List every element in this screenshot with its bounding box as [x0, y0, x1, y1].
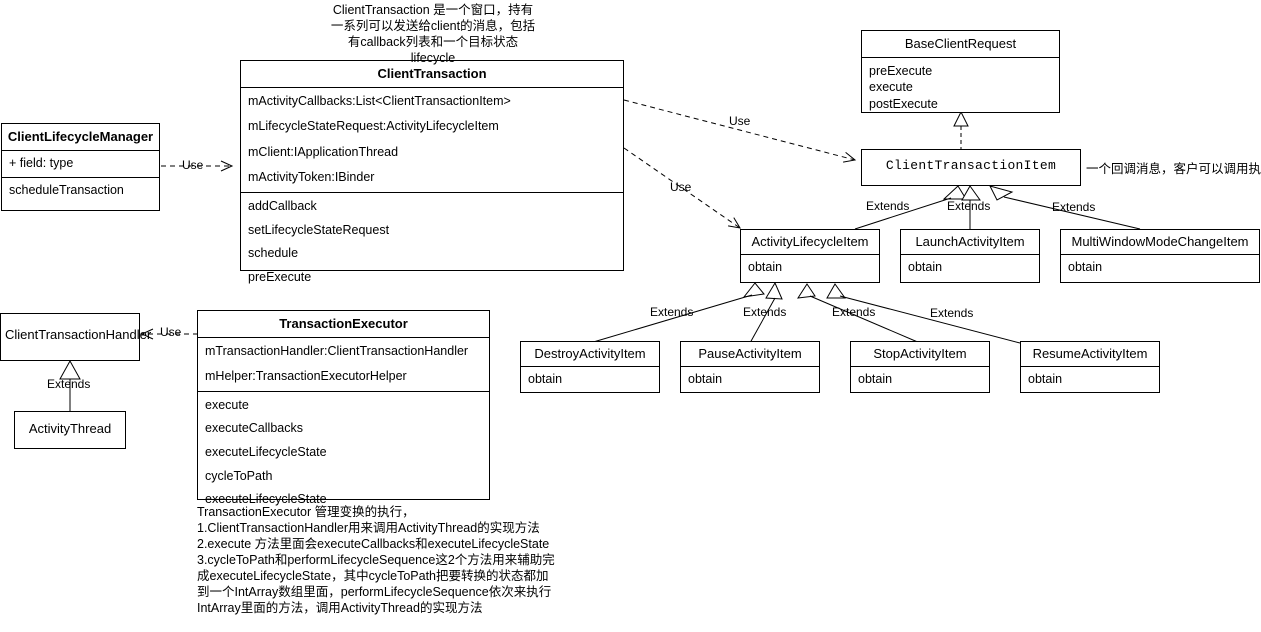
class-box-base-client-request[interactable]: BaseClientRequest preExecute execute pos… [861, 30, 1060, 113]
operation-row: schedule [248, 246, 299, 261]
class-box-resume-activity-item[interactable]: ResumeActivityItem obtain [1020, 341, 1160, 393]
class-title-base-client-request: BaseClientRequest [904, 36, 1017, 51]
operation-row: preExecute [248, 269, 312, 284]
operation-row: addCallback [248, 199, 317, 214]
class-attributes-transaction-executor: mTransactionHandler:ClientTransactionHan… [198, 336, 489, 391]
class-operations-launch-activity-item: obtain [901, 253, 1039, 282]
operation-row: obtain [528, 371, 563, 386]
operation-row: postExecute [869, 96, 938, 111]
attribute-row: + field: type [9, 155, 74, 170]
class-box-multi-window-mode-change-item[interactable]: MultiWindowModeChangeItem obtain [1060, 229, 1260, 283]
attribute-row: mClient:IApplicationThread [248, 144, 399, 159]
operation-row: execute [869, 80, 913, 95]
operation-row: obtain [688, 371, 723, 386]
class-operations-transaction-executor: execute executeCallbacks executeLifecycl… [198, 390, 489, 514]
edge-label-extends-lifecycle-to-resume: Extends [930, 306, 974, 320]
operation-row: cycleToPath [205, 468, 273, 483]
attribute-row: mActivityToken:IBinder [248, 170, 375, 185]
class-box-pause-activity-item[interactable]: PauseActivityItem obtain [680, 341, 820, 393]
edge-label-extends-lifecycle-to-destroy: Extends [650, 305, 694, 319]
class-operations-destroy-activity-item: obtain [521, 365, 659, 394]
class-title-transaction-executor: TransactionExecutor [279, 316, 408, 331]
class-box-client-transaction-item[interactable]: ClientTransactionItem [861, 149, 1081, 186]
edge-label-extends-item-to-activity-lifecycle: Extends [866, 199, 910, 213]
operation-row: obtain [748, 259, 783, 274]
class-box-client-lifecycle-manager[interactable]: ClientLifecycleManager + field: type sch… [1, 123, 160, 211]
operation-row: executeLifecycleState [205, 445, 327, 460]
transaction-executor-note: TransactionExecutor 管理变换的执行， 1.ClientTra… [197, 505, 555, 615]
class-box-activity-thread[interactable]: ActivityThread [14, 411, 126, 449]
class-title-activity-thread: ActivityThread [28, 421, 112, 436]
operation-row: obtain [1028, 371, 1063, 386]
class-operations-resume-activity-item: obtain [1021, 365, 1159, 394]
edge-label-use-executor-to-handler: Use [160, 325, 182, 339]
class-operations-pause-activity-item: obtain [681, 365, 819, 394]
class-operations-client-transaction: addCallback setLifecycleStateRequest sch… [241, 192, 623, 292]
operation-row: obtain [1068, 259, 1103, 274]
class-title-client-transaction-handler: ClientTransactionHandler [5, 327, 152, 342]
operation-row: setLifecycleStateRequest [248, 222, 390, 237]
attribute-row: mActivityCallbacks:List<ClientTransactio… [248, 93, 511, 108]
attribute-row: mLifecycleStateRequest:ActivityLifecycle… [248, 119, 499, 134]
attribute-row: mHelper:TransactionExecutorHelper [205, 369, 407, 384]
edge-label-extends-lifecycle-to-pause: Extends [743, 305, 787, 319]
class-box-destroy-activity-item[interactable]: DestroyActivityItem obtain [520, 341, 660, 393]
class-operations-multi-window-mode-change-item: obtain [1061, 253, 1259, 282]
class-box-activity-lifecycle-item[interactable]: ActivityLifecycleItem obtain [740, 229, 880, 283]
edge-label-extends-item-to-launch: Extends [947, 199, 991, 213]
class-operations-activity-lifecycle-item: obtain [741, 253, 879, 282]
attribute-row: mTransactionHandler:ClientTransactionHan… [205, 343, 469, 358]
class-box-client-transaction-handler[interactable]: ClientTransactionHandler [0, 313, 152, 361]
class-box-transaction-executor[interactable]: TransactionExecutor mTransactionHandler:… [197, 310, 490, 506]
edge-label-use-manager-to-transaction: Use [182, 158, 204, 172]
operation-row: execute [205, 397, 249, 412]
class-title-launch-activity-item: LaunchActivityItem [915, 234, 1025, 249]
operation-row: executeCallbacks [205, 421, 303, 436]
client-transaction-note: ClientTransaction 是一个窗口，持有 一系列可以发送给clien… [330, 3, 536, 65]
edge-label-use-transaction-to-lifecycle: Use [670, 180, 692, 194]
class-attributes-client-lifecycle-manager: + field: type [2, 149, 159, 178]
class-box-client-transaction[interactable]: ClientTransaction mActivityCallbacks:Lis… [240, 60, 624, 284]
class-title-multi-window-mode-change-item: MultiWindowModeChangeItem [1071, 234, 1249, 249]
edge-label-extends-item-to-multiwindow: Extends [1052, 200, 1096, 214]
class-attributes-client-transaction: mActivityCallbacks:List<ClientTransactio… [241, 86, 623, 193]
operation-row: scheduleTransaction [9, 183, 124, 198]
edge-label-extends-handler-to-activity-thread: Extends [47, 377, 91, 391]
operation-row: obtain [858, 371, 893, 386]
uml-diagram-canvas: ClientTransaction --> ClientTransactionI… [0, 0, 1261, 632]
class-operations-client-lifecycle-manager: scheduleTransaction [2, 177, 159, 205]
edge-label-use-transaction-to-item: Use [729, 114, 751, 128]
edge-label-extends-lifecycle-to-stop: Extends [832, 305, 876, 319]
class-title-client-lifecycle-manager: ClientLifecycleManager [7, 129, 154, 144]
class-operations-stop-activity-item: obtain [851, 365, 989, 394]
class-box-launch-activity-item[interactable]: LaunchActivityItem obtain [900, 229, 1040, 283]
class-title-activity-lifecycle-item: ActivityLifecycleItem [751, 234, 869, 249]
class-operations-base-client-request: preExecute execute postExecute [862, 56, 1059, 120]
class-title-client-transaction-item: ClientTransactionItem [885, 158, 1057, 173]
class-title-destroy-activity-item: DestroyActivityItem [534, 346, 646, 361]
class-box-stop-activity-item[interactable]: StopActivityItem obtain [850, 341, 990, 393]
operation-row: obtain [908, 259, 943, 274]
client-transaction-item-note: 一个回调消息，客户可以调用执行 [1086, 162, 1261, 176]
class-title-resume-activity-item: ResumeActivityItem [1032, 346, 1148, 361]
class-title-stop-activity-item: StopActivityItem [873, 346, 967, 361]
operation-row: preExecute [869, 63, 933, 78]
class-title-pause-activity-item: PauseActivityItem [698, 346, 802, 361]
